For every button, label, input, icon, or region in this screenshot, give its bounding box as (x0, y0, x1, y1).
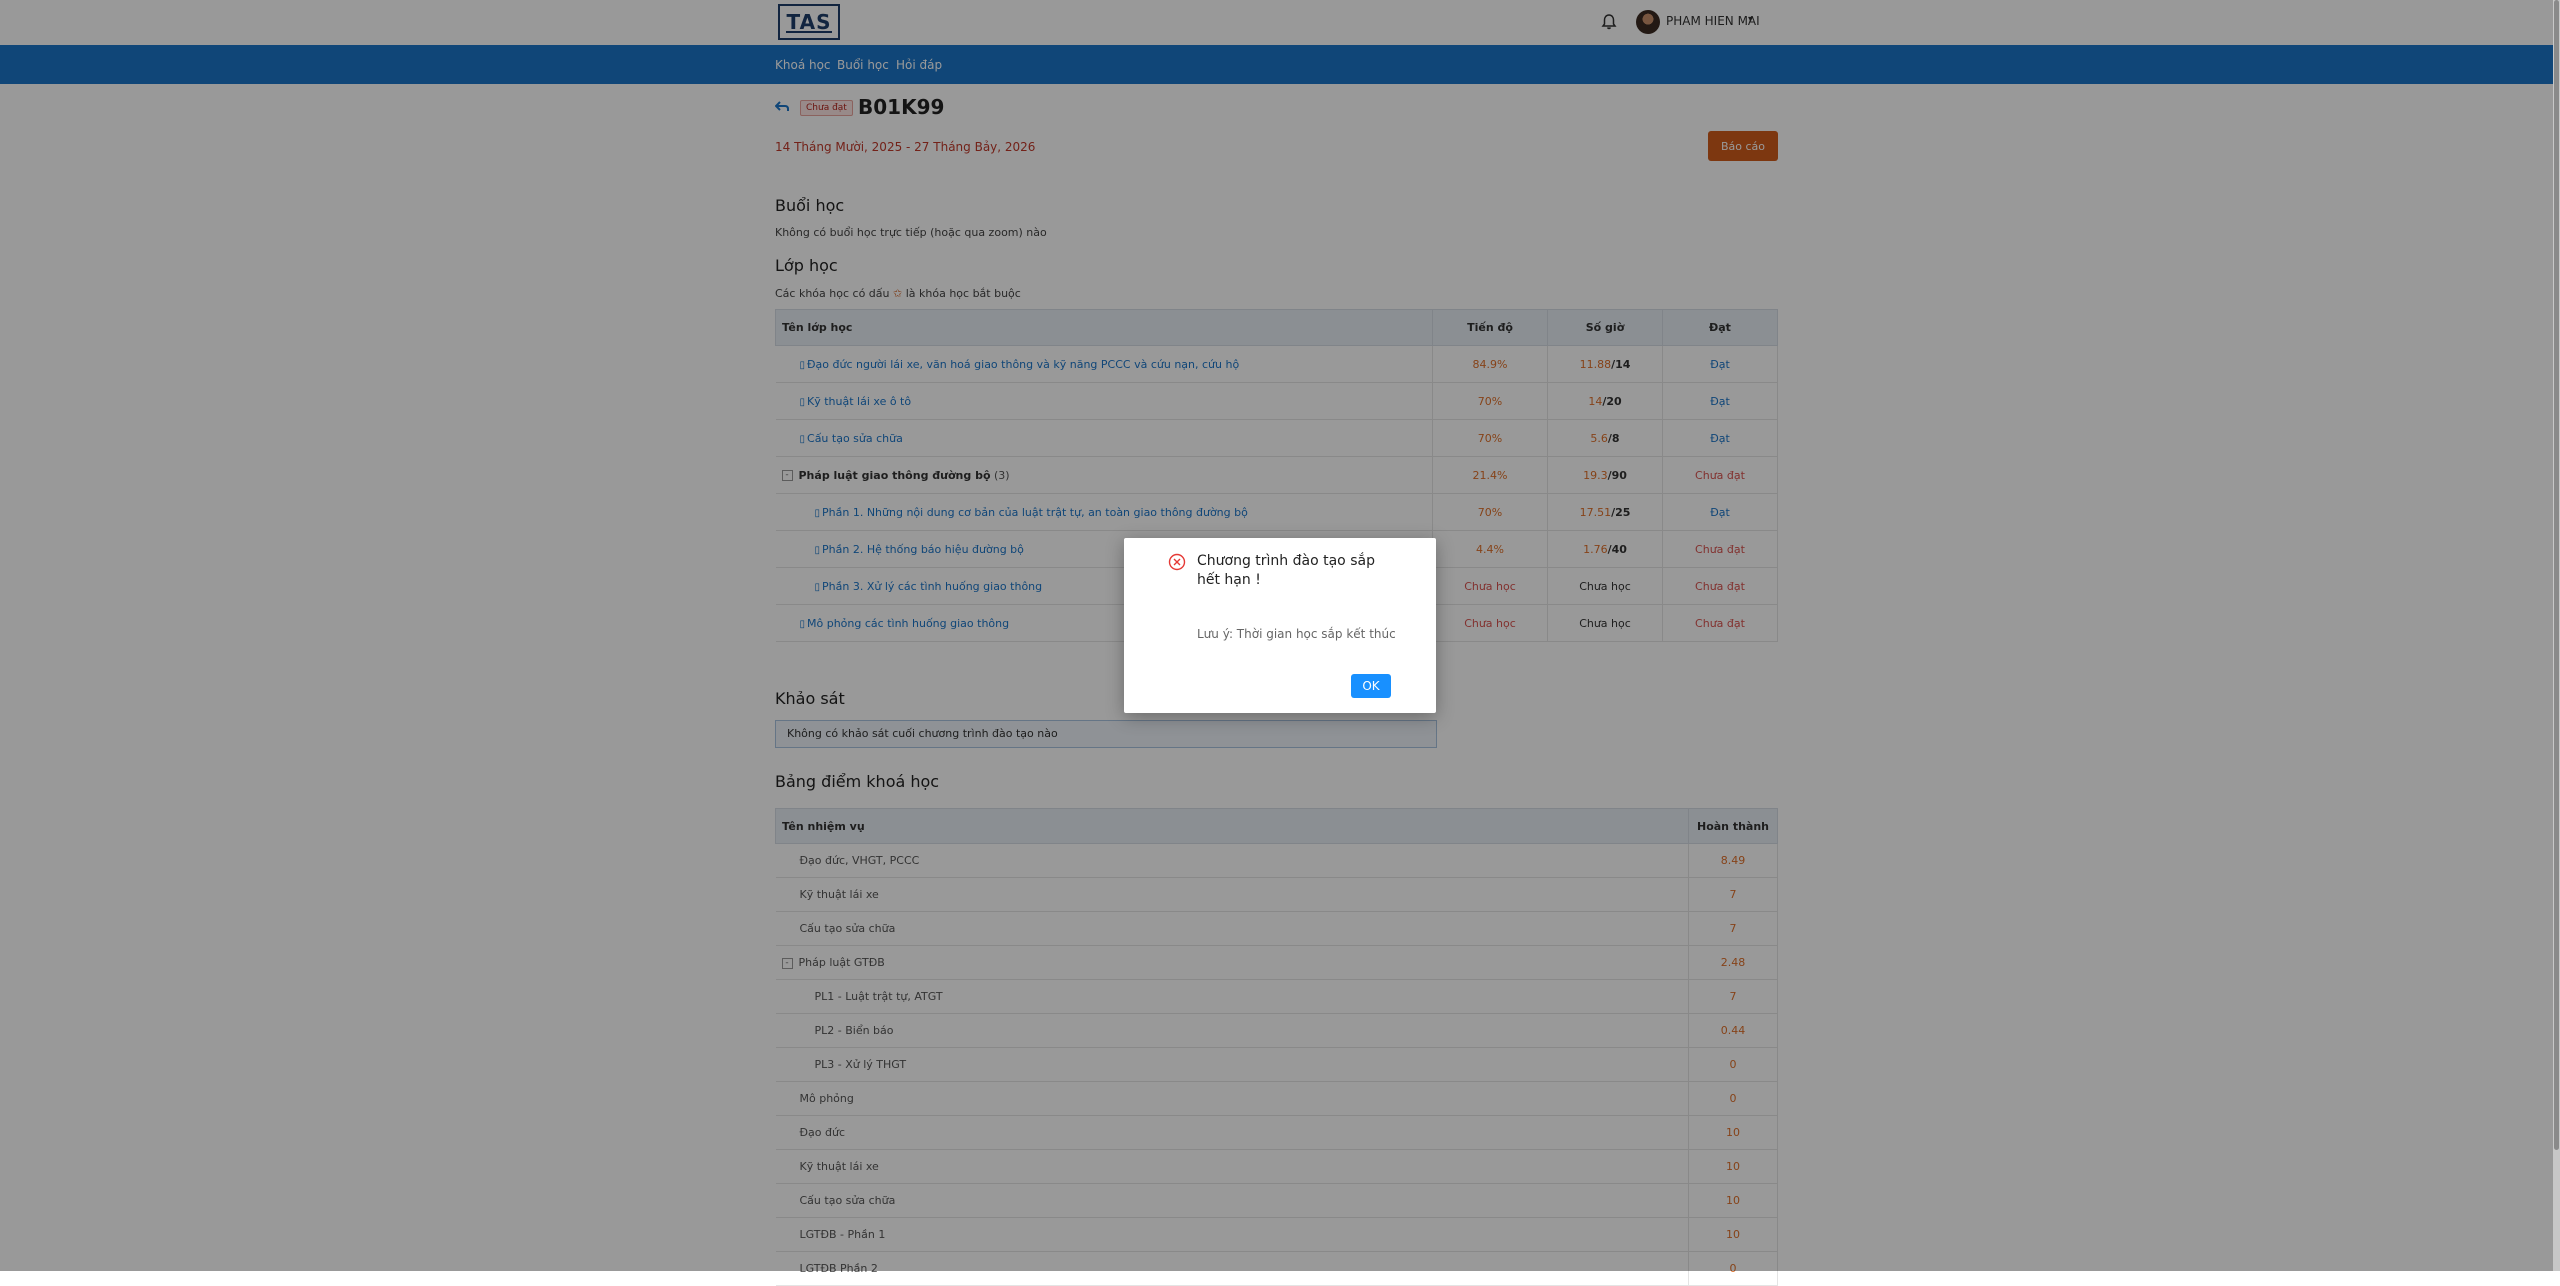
dialog-title: Chương trình đào tạo sắp hết hạn ! (1197, 553, 1375, 588)
dialog-message: Lưu ý: Thời gian học sắp kết thúc (1197, 627, 1396, 641)
error-circle-icon (1168, 553, 1186, 571)
expiry-warning-dialog: Chương trình đào tạo sắp hết hạn ! Lưu ý… (1124, 538, 1436, 713)
scrollbar-thumb[interactable] (2554, 0, 2559, 1150)
page-scrollbar[interactable] (2553, 0, 2560, 1271)
ok-button[interactable]: OK (1351, 674, 1391, 698)
